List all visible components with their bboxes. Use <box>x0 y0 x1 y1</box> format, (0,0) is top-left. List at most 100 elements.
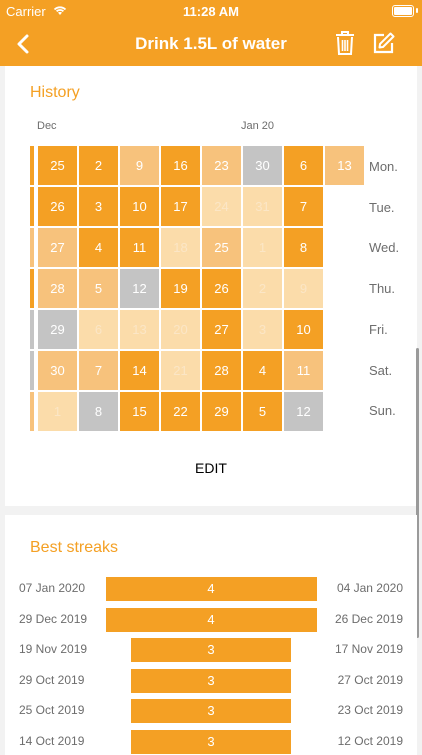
history-day-cell[interactable]: 2 <box>243 269 282 308</box>
history-day-cell[interactable]: 26 <box>38 187 77 226</box>
history-day-cell[interactable]: 17 <box>161 187 200 226</box>
navigation-bar: Drink 1.5L of water <box>0 22 422 66</box>
streak-end-date: 23 Oct 2019 <box>337 703 403 717</box>
history-day-cell[interactable]: 7 <box>284 187 323 226</box>
streak-row: 29 Oct 2019 3 27 Oct 2019 <box>5 668 417 693</box>
history-day-cell[interactable]: 11 <box>284 351 323 390</box>
history-day-cell[interactable]: 28 <box>202 351 241 390</box>
day-name-sat: Sat. <box>369 363 393 378</box>
day-name-tue: Tue. <box>369 200 395 215</box>
page-title: Drink 1.5L of water <box>135 34 287 53</box>
history-day-cell[interactable]: 2 <box>79 146 118 185</box>
history-day-cell[interactable]: 3 <box>79 187 118 226</box>
trash-icon[interactable] <box>334 30 356 56</box>
history-cell-partial <box>30 228 34 267</box>
streak-end-date: 17 Nov 2019 <box>334 642 403 656</box>
history-day-cell[interactable]: 31 <box>243 187 282 226</box>
history-day-cell[interactable]: 29 <box>202 392 241 431</box>
streak-bar: 3 <box>131 699 291 723</box>
streak-bar: 4 <box>105 577 317 601</box>
history-day-cell[interactable]: 24 <box>202 187 241 226</box>
edit-button[interactable]: EDIT <box>5 460 417 476</box>
day-name-thu: Thu. <box>369 281 396 296</box>
day-name-mon: Mon. <box>369 159 398 174</box>
history-day-cell[interactable]: 4 <box>243 351 282 390</box>
history-day-cell[interactable]: 14 <box>120 351 159 390</box>
history-day-cell[interactable]: 8 <box>284 228 323 267</box>
history-day-cell[interactable]: 16 <box>161 146 200 185</box>
history-day-cell[interactable]: 29 <box>38 310 77 349</box>
streak-start-date: 29 Oct 2019 <box>19 672 85 687</box>
battery-icon <box>392 5 414 17</box>
history-day-cell[interactable]: 9 <box>120 146 159 185</box>
streak-row: 07 Jan 2020 4 04 Jan 2020 <box>5 577 417 601</box>
streak-bar: 3 <box>131 668 291 693</box>
history-cell-partial <box>30 187 34 226</box>
history-day-cell[interactable]: 21 <box>161 351 200 390</box>
history-cell-partial <box>30 351 34 390</box>
history-day-cell[interactable]: 22 <box>161 392 200 431</box>
history-card: History Dec Jan 20 25 26 27 28 29 30 1 2 3 4 5 6 7 8 9… <box>5 66 417 506</box>
history-day-cell[interactable]: 13 <box>120 310 159 349</box>
history-day-cell[interactable]: 20 <box>161 310 200 349</box>
streak-row: 29 Dec 2019 4 26 Dec 2019 <box>5 607 417 632</box>
history-day-cell[interactable]: 10 <box>120 187 159 226</box>
best-streaks-card: Best streaks 07 Jan 2020 4 04 Jan 2020 29 D… <box>5 515 417 755</box>
history-day-cell[interactable]: 27 <box>38 228 77 267</box>
month-label: Dec <box>37 120 57 132</box>
day-name-fri: Fri. <box>369 322 388 337</box>
streak-start-date: 14 Oct 2019 <box>19 733 85 748</box>
history-day-cell[interactable]: 3 <box>243 310 282 349</box>
day-name-sun: Sun. <box>369 403 396 418</box>
history-day-cell[interactable]: 1 <box>243 228 282 267</box>
history-day-cell[interactable]: 12 <box>120 269 159 308</box>
month-label: Jan 20 <box>241 120 275 132</box>
streak-end-date: 26 Dec 2019 <box>334 611 403 626</box>
history-day-cell[interactable]: 5 <box>79 269 118 308</box>
history-day-cell[interactable]: 19 <box>161 269 200 308</box>
clock-time: 11:28 AM <box>183 4 239 19</box>
history-day-cell[interactable]: 4 <box>79 228 118 267</box>
streak-end-date: 27 Oct 2019 <box>337 672 403 687</box>
history-day-cell[interactable]: 1 <box>38 392 77 431</box>
history-day-cell[interactable]: 25 <box>38 146 77 185</box>
history-grid: 25 26 27 28 29 30 1 2 3 4 5 6 7 8 9 10 11 12 13 14 15 16 17 18 1… <box>30 146 420 431</box>
history-day-cell[interactable]: 23 <box>202 146 241 185</box>
streak-end-date: 12 Oct 2019 <box>337 733 403 748</box>
history-cell-partial <box>30 269 34 308</box>
history-day-cell[interactable]: 6 <box>79 310 118 349</box>
history-day-cell[interactable]: 30 <box>38 351 77 390</box>
day-name-wed: Wed. <box>369 240 400 255</box>
history-day-cell[interactable]: 27 <box>202 310 241 349</box>
history-day-cell[interactable]: 12 <box>284 392 323 431</box>
streak-start-date: 25 Oct 2019 <box>19 703 85 717</box>
streak-start-date: 29 Dec 2019 <box>19 611 88 626</box>
history-day-cell[interactable]: 9 <box>284 269 323 308</box>
history-title: History <box>30 84 80 101</box>
streak-bar: 4 <box>105 607 317 632</box>
status-bar: Carrier 11:28 AM <box>0 0 422 22</box>
history-day-cell[interactable]: 28 <box>38 269 77 308</box>
history-day-cell[interactable]: 25 <box>202 228 241 267</box>
history-day-cell[interactable]: 6 <box>284 146 323 185</box>
history-cell-partial <box>30 146 34 185</box>
streak-start-date: 07 Jan 2020 <box>19 581 86 595</box>
history-day-cell[interactable]: 10 <box>284 310 323 349</box>
edit-icon[interactable] <box>372 31 396 55</box>
history-day-cell[interactable]: 11 <box>120 228 159 267</box>
history-day-cell[interactable]: 15 <box>120 392 159 431</box>
history-day-cell[interactable]: 5 <box>243 392 282 431</box>
streak-end-date: 04 Jan 2020 <box>336 581 403 595</box>
streak-row: 25 Oct 2019 3 23 Oct 2019 <box>5 699 417 723</box>
history-day-cell[interactable]: 7 <box>79 351 118 390</box>
history-day-cell[interactable]: 26 <box>202 269 241 308</box>
history-cell-partial <box>30 310 34 349</box>
streak-row: 19 Nov 2019 3 17 Nov 2019 <box>5 638 417 662</box>
best-streaks-title: Best streaks <box>30 539 119 556</box>
history-day-cell[interactable]: 30 <box>243 146 282 185</box>
history-day-cell[interactable]: 18 <box>161 228 200 267</box>
history-cell-partial <box>30 392 34 431</box>
streak-start-date: 19 Nov 2019 <box>19 642 88 656</box>
history-day-cell[interactable]: 8 <box>79 392 118 431</box>
history-day-cell[interactable]: 13 <box>325 146 364 185</box>
